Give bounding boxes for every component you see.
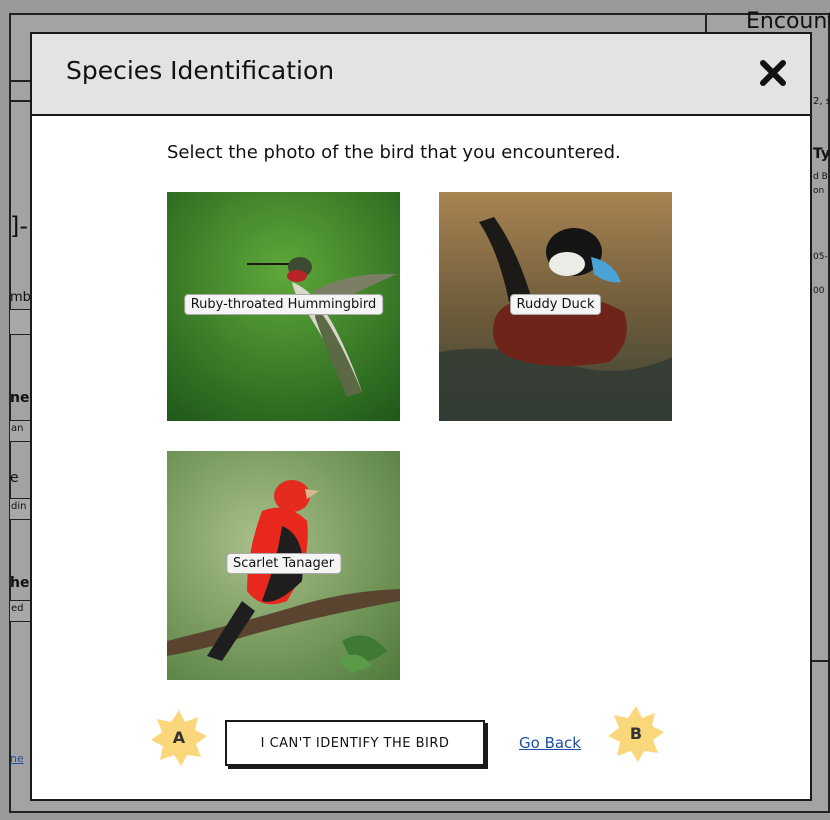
background-divider [9, 80, 31, 82]
bird-option-hummingbird[interactable]: Ruby-throated Hummingbird [167, 192, 400, 421]
background-text: he [10, 575, 30, 591]
modal-header: Species Identification [32, 34, 810, 116]
modal-title: Species Identification [66, 56, 335, 85]
background-text: ]- [10, 212, 29, 240]
background-text: ne [10, 390, 30, 406]
bird-label: Ruby-throated Hummingbird [183, 294, 384, 315]
callout-badge-a: A [149, 708, 209, 768]
bird-option-scarlet-tanager[interactable]: Scarlet Tanager [167, 451, 400, 680]
background-field [9, 309, 31, 335]
background-divider [812, 660, 830, 662]
background-text: ed [11, 603, 24, 614]
background-link: ne [10, 752, 24, 765]
background-text: e [10, 470, 19, 486]
background-text: din [11, 501, 27, 512]
bird-label: Ruddy Duck [509, 294, 602, 315]
background-text: 00 [813, 286, 825, 296]
cant-identify-button[interactable]: I CAN'T IDENTIFY THE BIRD [225, 720, 485, 766]
background-text: Ty [813, 146, 830, 162]
background-text: 05- [813, 252, 828, 262]
callout-label: B [629, 724, 643, 743]
background-text: 2, s [813, 96, 830, 107]
background-divider [9, 100, 31, 102]
instruction-text: Select the photo of the bird that you en… [167, 142, 621, 163]
species-identification-modal: Species Identification Select the photo … [30, 32, 812, 801]
close-button[interactable] [758, 58, 788, 88]
callout-label: A [172, 728, 186, 747]
close-icon [760, 60, 786, 86]
background-text: d B [813, 172, 828, 182]
go-back-link[interactable]: Go Back [519, 734, 581, 752]
background-title: Encounte [746, 9, 830, 34]
bird-option-ruddy-duck[interactable]: Ruddy Duck [439, 192, 672, 421]
bird-label: Scarlet Tanager [225, 553, 342, 574]
background-text: an [11, 423, 24, 434]
callout-badge-b: B [606, 704, 666, 764]
background-text: on [813, 186, 825, 196]
background-text: mb [10, 290, 31, 305]
